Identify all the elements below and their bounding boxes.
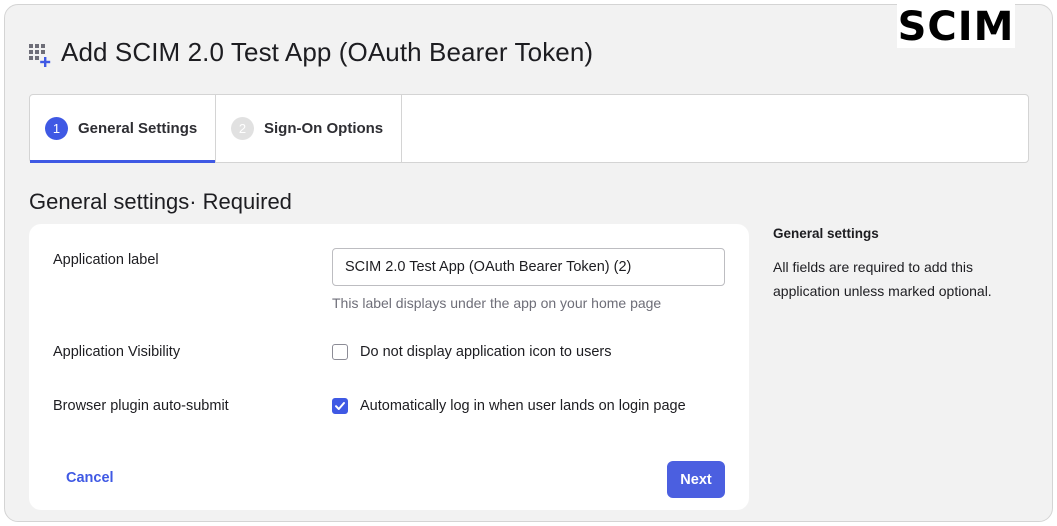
cancel-button[interactable]: Cancel bbox=[66, 470, 114, 486]
visibility-option-label: Do not display application icon to users bbox=[360, 344, 612, 360]
application-label-hint: This label displays under the app on you… bbox=[332, 295, 662, 311]
auto-submit-label: Browser plugin auto-submit bbox=[53, 398, 229, 414]
tab-label: General Settings bbox=[78, 120, 198, 137]
application-label-label: Application label bbox=[53, 252, 159, 268]
tab-sign-on-options[interactable]: 2 Sign-On Options bbox=[216, 95, 402, 162]
page-title: Add SCIM 2.0 Test App (OAuth Bearer Toke… bbox=[61, 37, 594, 67]
general-settings-form: Application label This label displays un… bbox=[29, 224, 749, 510]
auto-submit-checkbox[interactable] bbox=[332, 398, 348, 414]
tab-general-settings[interactable]: 1 General Settings bbox=[30, 95, 216, 163]
page-header: Add SCIM 2.0 Test App (OAuth Bearer Toke… bbox=[29, 37, 593, 68]
auto-submit-option[interactable]: Automatically log in when user lands on … bbox=[332, 398, 686, 414]
checkmark-icon bbox=[335, 402, 345, 410]
page-frame: Add SCIM 2.0 Test App (OAuth Bearer Toke… bbox=[4, 4, 1053, 522]
visibility-checkbox[interactable] bbox=[332, 344, 348, 360]
help-panel: General settings All fields are required… bbox=[773, 226, 1023, 303]
visibility-option[interactable]: Do not display application icon to users bbox=[332, 344, 611, 360]
application-visibility-label: Application Visibility bbox=[53, 344, 181, 360]
application-label-input[interactable] bbox=[332, 248, 725, 286]
wizard-steps: 1 General Settings 2 Sign-On Options bbox=[29, 94, 1029, 163]
tab-label: Sign-On Options bbox=[264, 120, 384, 137]
next-button[interactable]: Next bbox=[667, 461, 725, 498]
app-grid-add-icon bbox=[29, 43, 53, 68]
help-text: All fields are required to add this appl… bbox=[773, 259, 992, 299]
step-number: 2 bbox=[231, 117, 254, 140]
section-heading: General settings· Required bbox=[29, 189, 292, 214]
help-title: General settings bbox=[773, 226, 879, 241]
step-number: 1 bbox=[45, 117, 68, 140]
scim-logo: SCIM bbox=[897, 4, 1015, 50]
auto-submit-option-label: Automatically log in when user lands on … bbox=[360, 398, 686, 414]
